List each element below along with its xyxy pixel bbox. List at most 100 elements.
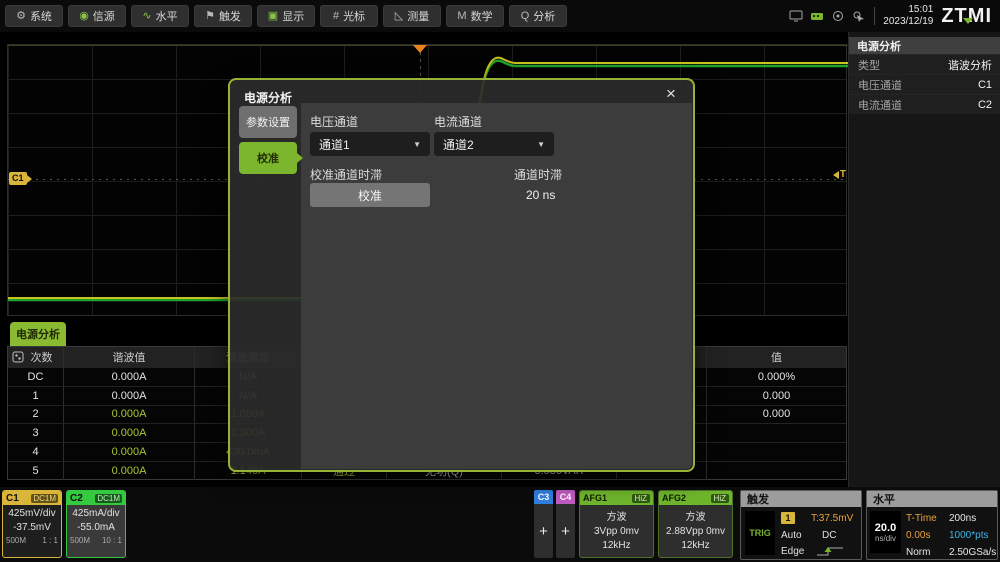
horizontal-wave-icon: ∿: [142, 9, 152, 22]
table-row-cell: DC: [8, 367, 63, 386]
channel-skew-value: 20 ns: [526, 188, 556, 202]
afg-frequency: 12kHz: [602, 540, 631, 551]
column-header-order: 次数: [8, 347, 63, 367]
menu-button-cursor[interactable]: # 光标: [320, 5, 378, 27]
add-channel-button[interactable]: +: [556, 504, 575, 558]
table-row-cell: 5: [8, 460, 63, 480]
clock-time: 15:01: [908, 3, 934, 15]
bottom-status-bar: C1 DC1M 425mV/div -37.5mV 500M 1 : 1 C2 …: [0, 487, 1000, 562]
summary-row-type[interactable]: 类型 谐波分析: [849, 54, 1000, 74]
divider: [874, 7, 876, 25]
usb-icon[interactable]: [810, 10, 824, 22]
calibrate-skew-label: 校准通道时滞: [310, 168, 383, 182]
trigger-position-marker[interactable]: [413, 45, 427, 53]
channel-probe-ratio: 10 : 1: [101, 536, 122, 545]
menu-button-measure[interactable]: ◺ 测量: [383, 5, 441, 27]
add-channel-button[interactable]: +: [534, 504, 553, 558]
channel-bandwidth: 500M: [70, 536, 91, 545]
tab-power-analysis[interactable]: 电源分析: [10, 322, 66, 346]
dialog-tab-calibration[interactable]: 校准: [239, 142, 303, 174]
afg-waveform: 方波: [606, 512, 627, 523]
sample-rate-value: 2.50GSa/s: [949, 547, 997, 558]
afg-frequency: 12kHz: [681, 540, 710, 551]
afg-impedance-badge: HiZ: [631, 493, 650, 503]
brand-logo: ZTMI: [941, 5, 994, 28]
trigger-level-letter: T: [839, 169, 846, 180]
trigger-level-arrow-icon: [832, 170, 839, 179]
afg2-badge[interactable]: AFG2 HiZ 方波 2.88Vpp 0mv 12kHz: [658, 490, 733, 558]
screen-icon[interactable]: [789, 10, 803, 22]
total-time-value: 200ns: [949, 513, 977, 524]
voltage-channel-select[interactable]: 通道1 ▼: [310, 132, 430, 156]
table-row-cell: 0.000: [706, 385, 846, 405]
table-row-cell: 0.000A: [63, 423, 194, 443]
table-row-cell: 0.000A: [63, 367, 194, 386]
delay-value: 0.00s: [906, 530, 931, 541]
horizontal-panel[interactable]: 水平 20.0 ns/div T-Time 200ns 0.00s 1000*p…: [866, 490, 998, 560]
record-length-value: 1000*pts: [949, 530, 989, 541]
channel-scale: 425mA/div: [72, 508, 120, 519]
rising-edge-icon: [817, 547, 843, 556]
table-row-cell: 2: [8, 404, 63, 424]
voltage-channel-value: 通道1: [319, 137, 350, 152]
channel-bandwidth: 500M: [6, 536, 27, 545]
top-toolbar: ⚙ 系统 ◉ 信源 ∿ 水平 ⚑ 触发 ▣ 显示 # 光标 ◺ 测量 M 数学 …: [0, 0, 1000, 32]
summary-row-current-channel[interactable]: 电流通道 C2: [849, 94, 1000, 114]
horizontal-panel-title: 水平: [867, 491, 997, 507]
gear-icon: ⚙: [16, 9, 26, 22]
menu-label: 显示: [282, 11, 305, 23]
current-channel-select[interactable]: 通道2 ▼: [434, 132, 554, 156]
trigger-mode[interactable]: Auto: [781, 530, 802, 541]
trigger-type[interactable]: Edge: [781, 546, 804, 557]
channel-badge-c3[interactable]: C3 +: [534, 490, 553, 558]
table-pin-icon[interactable]: [12, 351, 24, 363]
trigger-source-badge[interactable]: 1: [781, 512, 795, 524]
trigger-coupling[interactable]: DC: [822, 530, 836, 541]
toolbar-right-cluster: 15:01 2023/12/19 ZTMI: [789, 0, 994, 32]
menu-button-display[interactable]: ▣ 显示: [257, 5, 315, 27]
menu-button-trigger[interactable]: ⚑ 触发: [194, 5, 252, 27]
menu-button-system[interactable]: ⚙ 系统: [5, 5, 63, 27]
menu-button-analyze[interactable]: Q 分析: [509, 5, 567, 27]
timebase-scale-box[interactable]: 20.0 ns/div: [870, 511, 901, 553]
menu-button-source[interactable]: ◉ 信源: [68, 5, 126, 27]
acquisition-mode: Norm: [906, 547, 931, 558]
menu-label: 测量: [407, 11, 430, 23]
brand-logo-accent: [963, 17, 974, 24]
menu-label: 光标: [343, 11, 366, 23]
touch-icon[interactable]: [852, 10, 866, 22]
coupling-badge: DC1M: [31, 493, 58, 503]
analyze-magnifier-icon: Q: [520, 9, 530, 22]
chevron-down-icon: ▼: [413, 139, 421, 149]
menu-button-math[interactable]: M 数学: [446, 5, 504, 27]
summary-row-voltage-channel[interactable]: 电压通道 C1: [849, 74, 1000, 94]
dialog-tab-parameters[interactable]: 参数设置: [239, 106, 297, 138]
clock: 15:01 2023/12/19: [883, 4, 933, 29]
trigger-flag-icon: ⚑: [205, 9, 215, 22]
channel-badge-c2[interactable]: C2 DC1M 425mA/div -55.0mA 500M 10 : 1: [66, 490, 126, 558]
column-header-value2: 值: [706, 347, 846, 367]
menu-button-horizontal[interactable]: ∿ 水平: [131, 5, 189, 27]
afg-id: AFG2: [662, 493, 687, 503]
trigger-panel[interactable]: 触发 TRIG 1 T:37.5mV Auto DC Edge: [740, 490, 862, 560]
afg1-badge[interactable]: AFG1 HiZ 方波 3Vpp 0mv 12kHz: [579, 490, 654, 558]
channel-badge-c4[interactable]: C4 +: [556, 490, 575, 558]
analysis-side-panel: 电源分析 类型 谐波分析 电压通道 C1 电流通道 C2: [848, 32, 1000, 487]
display-icon: ▣: [267, 9, 279, 22]
table-row-cell: 4: [8, 442, 63, 461]
power-analysis-summary-card: 电源分析 类型 谐波分析 电压通道 C1 电流通道 C2: [849, 37, 1000, 114]
current-channel-label: 电流通道: [434, 115, 483, 129]
network-icon[interactable]: [831, 10, 845, 22]
menu-label: 水平: [155, 11, 178, 23]
cursor-hash-icon: #: [332, 9, 340, 22]
close-icon[interactable]: ×: [661, 84, 681, 104]
menu-label: 信源: [92, 11, 115, 23]
channel-badge-c1[interactable]: C1 DC1M 425mV/div -37.5mV 500M 1 : 1: [2, 490, 62, 558]
channel1-level-marker[interactable]: C1: [9, 172, 31, 185]
table-row-cell: 0.000A: [63, 385, 194, 405]
menu-label: 系统: [29, 11, 52, 23]
trigger-level-marker[interactable]: T: [832, 169, 846, 180]
calibrate-button[interactable]: 校准: [310, 183, 430, 207]
row-label: 类型: [858, 59, 880, 72]
channel-offset: -37.5mV: [13, 522, 51, 533]
